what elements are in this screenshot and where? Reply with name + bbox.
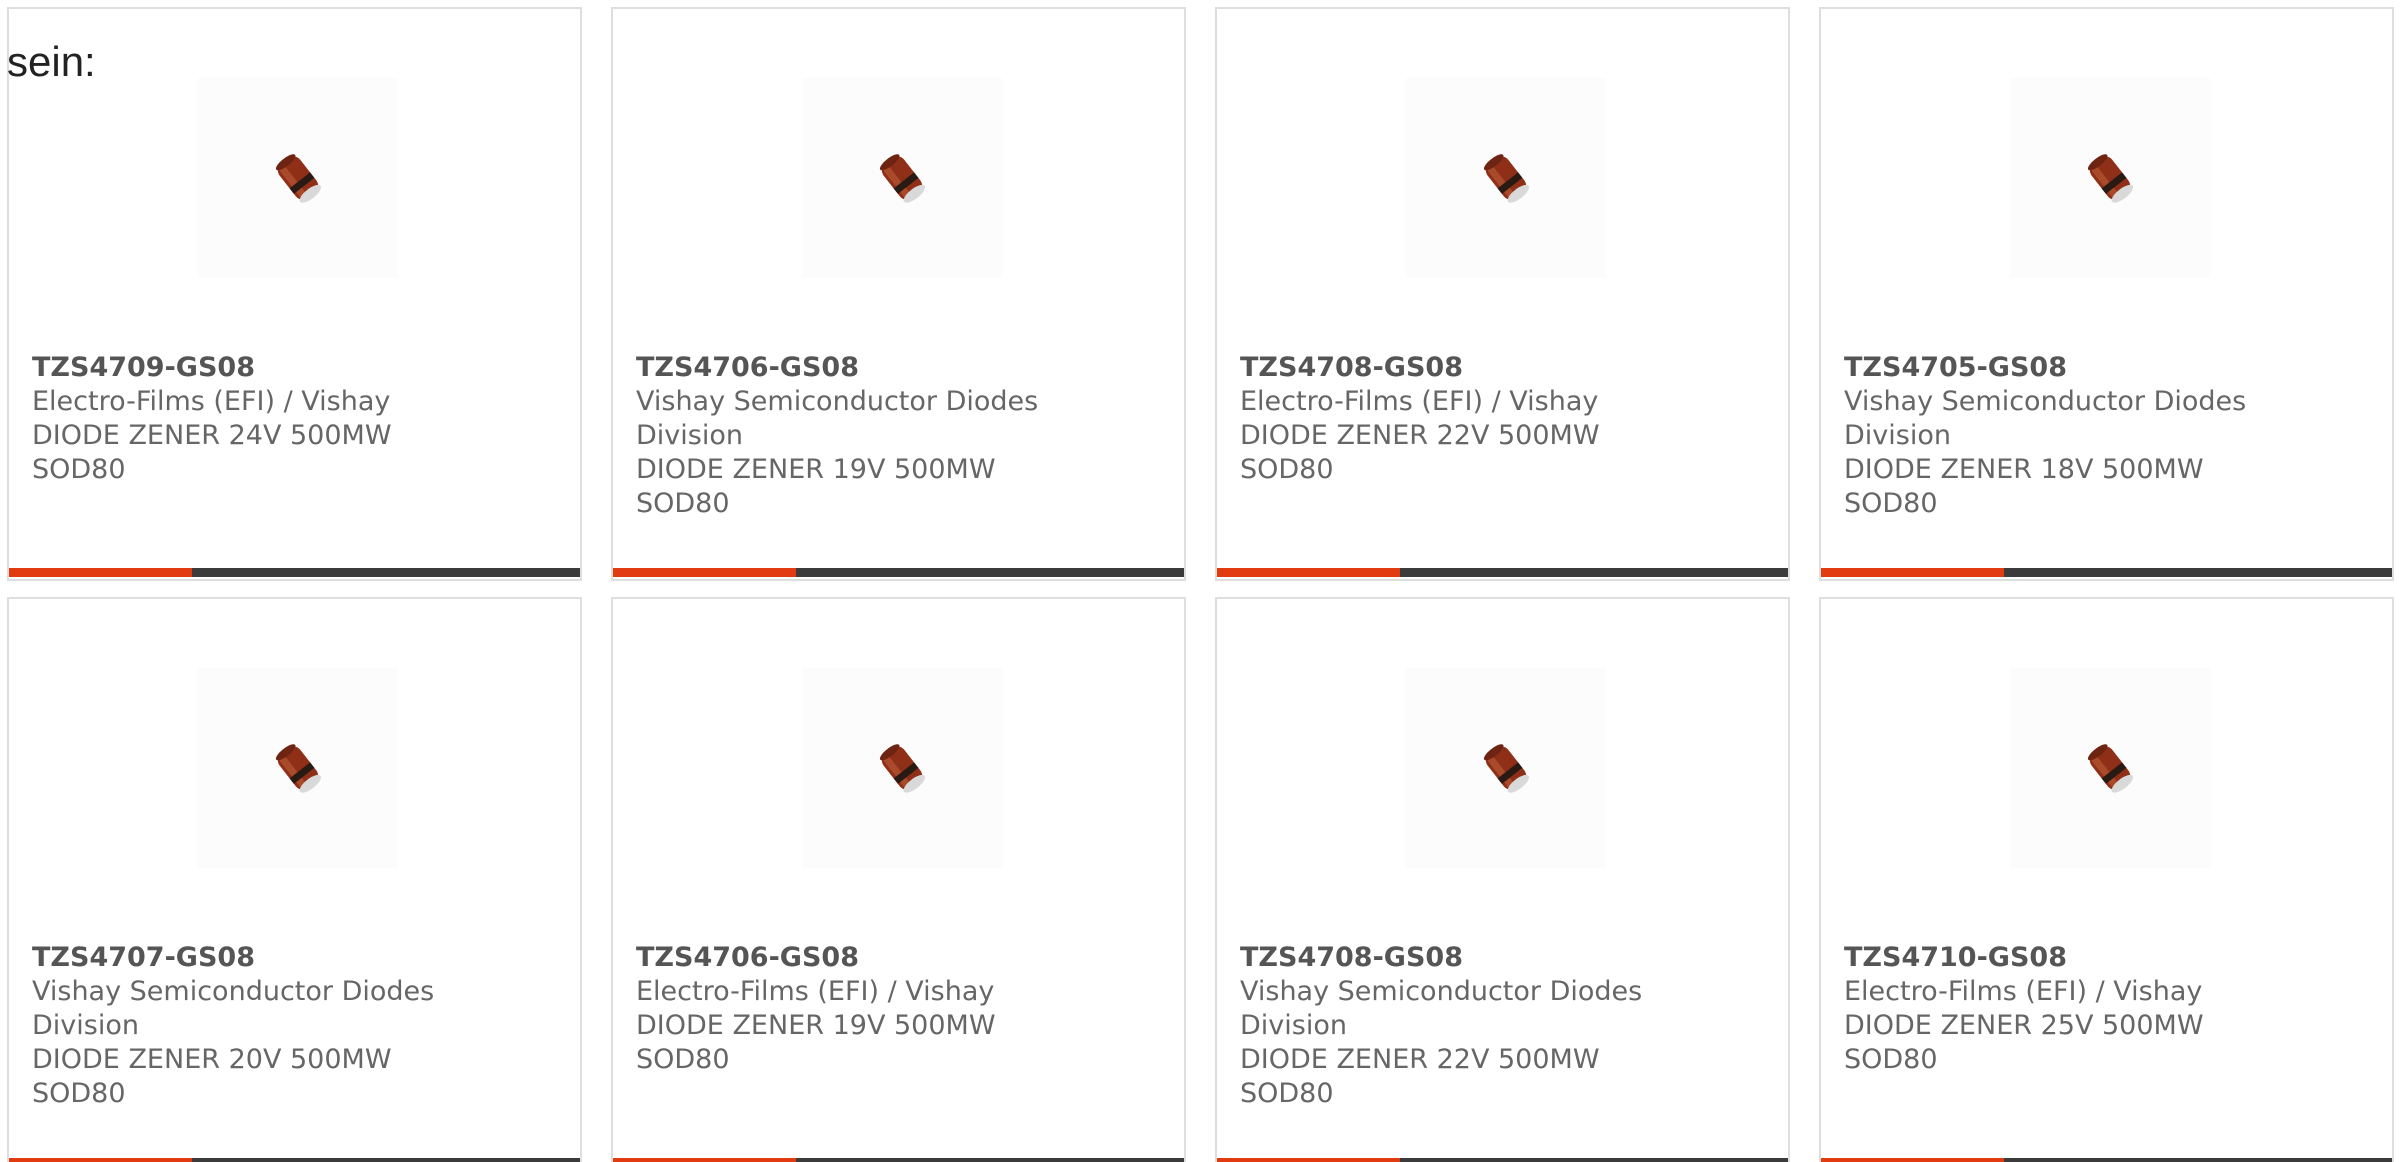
zener-diode-image[interactable] bbox=[198, 668, 398, 868]
part-number-link[interactable]: TZS4706-GS08 bbox=[636, 351, 1076, 385]
part-number-link[interactable]: TZS4709-GS08 bbox=[32, 351, 472, 385]
description: DIODE ZENER 22V 500MW bbox=[1240, 420, 1600, 451]
package: SOD80 bbox=[1240, 454, 1334, 485]
card-accent-bar bbox=[613, 1158, 796, 1162]
card-bottom-bar bbox=[613, 1158, 1184, 1162]
manufacturer: Electro-Films (EFI) / Vishay bbox=[32, 386, 391, 417]
card-bottom-bar bbox=[613, 568, 1184, 577]
description: DIODE ZENER 20V 500MW bbox=[32, 1044, 392, 1075]
card-bottom-bar bbox=[1217, 1158, 1788, 1162]
description: DIODE ZENER 25V 500MW bbox=[1844, 1010, 2204, 1041]
product-card[interactable]: TZS4710-GS08 Electro-Films (EFI) / Visha… bbox=[1819, 597, 2394, 1162]
description: DIODE ZENER 19V 500MW bbox=[636, 454, 996, 485]
intro-text: sein: bbox=[7, 38, 96, 85]
card-accent-bar bbox=[1217, 1158, 1400, 1162]
product-card[interactable]: TZS4709-GS08 Electro-Films (EFI) / Visha… bbox=[7, 7, 582, 581]
zener-diode-image[interactable] bbox=[1406, 78, 1606, 278]
zener-diode-image[interactable] bbox=[802, 668, 1002, 868]
zener-diode-image[interactable] bbox=[198, 78, 398, 278]
product-card[interactable]: TZS4706-GS08 Vishay Semiconductor Diodes… bbox=[611, 7, 1186, 581]
manufacturer: Vishay Semiconductor Diodes Division bbox=[1240, 976, 1643, 1041]
description: DIODE ZENER 22V 500MW bbox=[1240, 1044, 1600, 1075]
card-bottom-bar bbox=[1217, 568, 1788, 577]
description: DIODE ZENER 18V 500MW bbox=[1844, 454, 2204, 485]
package: SOD80 bbox=[32, 454, 126, 485]
zener-diode-image[interactable] bbox=[2010, 78, 2210, 278]
package: SOD80 bbox=[32, 1078, 126, 1109]
card-accent-bar bbox=[9, 568, 192, 577]
product-card[interactable]: TZS4706-GS08 Electro-Films (EFI) / Visha… bbox=[611, 597, 1186, 1162]
card-accent-bar bbox=[9, 1158, 192, 1162]
description: DIODE ZENER 19V 500MW bbox=[636, 1010, 996, 1041]
zener-diode-image[interactable] bbox=[2010, 668, 2210, 868]
part-number-link[interactable]: TZS4710-GS08 bbox=[1844, 941, 2284, 975]
package: SOD80 bbox=[636, 1044, 730, 1075]
part-number-link[interactable]: TZS4707-GS08 bbox=[32, 941, 472, 975]
card-accent-bar bbox=[1217, 568, 1400, 577]
manufacturer: Vishay Semiconductor Diodes Division bbox=[32, 976, 435, 1041]
part-number-link[interactable]: TZS4708-GS08 bbox=[1240, 351, 1680, 385]
product-card[interactable]: TZS4708-GS08 Electro-Films (EFI) / Visha… bbox=[1215, 7, 1790, 581]
package: SOD80 bbox=[636, 488, 730, 519]
manufacturer: Electro-Films (EFI) / Vishay bbox=[1240, 386, 1599, 417]
product-card[interactable]: TZS4708-GS08 Vishay Semiconductor Diodes… bbox=[1215, 597, 1790, 1162]
manufacturer: Vishay Semiconductor Diodes Division bbox=[1844, 386, 2247, 451]
description: DIODE ZENER 24V 500MW bbox=[32, 420, 392, 451]
package: SOD80 bbox=[1844, 488, 1938, 519]
product-card[interactable]: TZS4705-GS08 Vishay Semiconductor Diodes… bbox=[1819, 7, 2394, 581]
card-accent-bar bbox=[1821, 1158, 2004, 1162]
product-card[interactable]: TZS4707-GS08 Vishay Semiconductor Diodes… bbox=[7, 597, 582, 1162]
part-number-link[interactable]: TZS4705-GS08 bbox=[1844, 351, 2284, 385]
manufacturer: Electro-Films (EFI) / Vishay bbox=[1844, 976, 2203, 1007]
package: SOD80 bbox=[1844, 1044, 1938, 1075]
card-bottom-bar bbox=[9, 568, 580, 577]
manufacturer: Electro-Films (EFI) / Vishay bbox=[636, 976, 995, 1007]
card-accent-bar bbox=[1821, 568, 2004, 577]
zener-diode-image[interactable] bbox=[802, 78, 1002, 278]
card-bottom-bar bbox=[9, 1158, 580, 1162]
card-bottom-bar bbox=[1821, 568, 2392, 577]
package: SOD80 bbox=[1240, 1078, 1334, 1109]
card-accent-bar bbox=[613, 568, 796, 577]
part-number-link[interactable]: TZS4708-GS08 bbox=[1240, 941, 1680, 975]
part-number-link[interactable]: TZS4706-GS08 bbox=[636, 941, 1076, 975]
card-bottom-bar bbox=[1821, 1158, 2392, 1162]
zener-diode-image[interactable] bbox=[1406, 668, 1606, 868]
manufacturer: Vishay Semiconductor Diodes Division bbox=[636, 386, 1039, 451]
